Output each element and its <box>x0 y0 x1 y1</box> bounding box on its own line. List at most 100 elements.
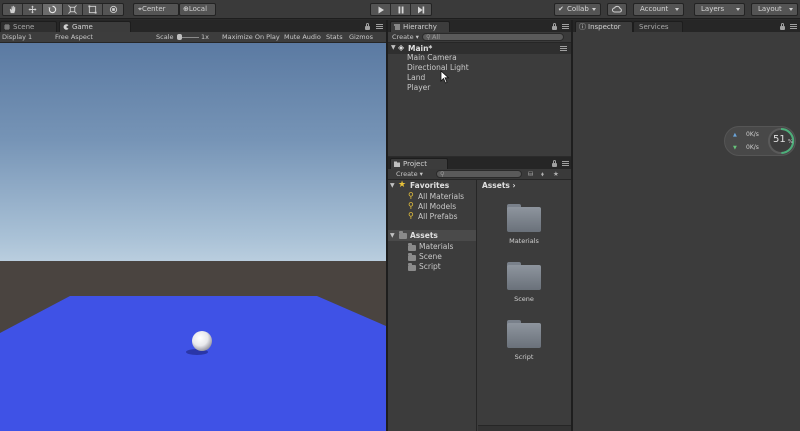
ground-plane <box>0 296 386 431</box>
search-icon: ⚲ <box>408 191 414 200</box>
check-icon: ✔ <box>558 5 564 13</box>
rect-transform-icon <box>88 5 97 14</box>
play-icon <box>378 6 384 13</box>
lock-icon[interactable] <box>552 160 557 167</box>
rect-tool-button[interactable] <box>83 4 103 15</box>
asset-breadcrumb[interactable]: Assets › <box>482 181 516 190</box>
space-label: Local <box>188 5 208 13</box>
move-arrows-icon <box>28 5 37 14</box>
hierarchy-item-land[interactable]: Land <box>407 73 425 82</box>
pause-button[interactable] <box>391 4 411 15</box>
panel-menu-icon[interactable] <box>562 161 569 166</box>
layout-label: Layout <box>758 5 782 13</box>
assets-root-row[interactable]: ▼ Assets <box>388 230 476 241</box>
rotate-icon <box>48 5 57 14</box>
folder-icon <box>408 243 416 251</box>
filter-by-type-icon[interactable]: ⛁ <box>528 169 533 179</box>
project-create-dropdown[interactable]: Create ▾ <box>396 169 423 179</box>
asset-folder-scene[interactable] <box>507 262 541 290</box>
account-dropdown[interactable]: Account <box>633 3 684 16</box>
favorite-all-materials[interactable]: All Materials <box>418 192 464 201</box>
rotate-tool-button[interactable] <box>43 4 63 15</box>
filter-by-label-icon[interactable]: ⬧ <box>541 169 544 179</box>
display-select[interactable]: Display 1 <box>2 32 32 42</box>
project-asset-grid: Assets › Materials Scene Script <box>478 180 571 431</box>
search-icon: ⚲ <box>408 201 414 210</box>
scale-slider-thumb[interactable] <box>177 34 182 40</box>
scene-menu-icon[interactable] <box>560 46 567 51</box>
foldout-arrow-icon[interactable]: ▼ <box>390 182 395 189</box>
tab-services[interactable]: Services <box>633 21 683 32</box>
player-ball <box>192 331 212 351</box>
hierarchy-tabstrip: Hierarchy <box>388 20 571 32</box>
project-search-input[interactable]: ⚲ <box>436 170 522 178</box>
hierarchy-item-main-camera[interactable]: Main Camera <box>407 53 457 62</box>
gizmos-dropdown[interactable]: Gizmos <box>349 32 373 42</box>
favorite-star-icon[interactable]: ★ <box>553 169 559 179</box>
asset-folder-script[interactable] <box>507 320 541 348</box>
scale-icon <box>68 5 77 14</box>
aspect-select[interactable]: Free Aspect <box>55 32 93 42</box>
tab-project[interactable]: Project <box>390 158 448 169</box>
favorites-header[interactable]: Favorites <box>410 181 449 190</box>
lock-icon[interactable] <box>365 23 370 30</box>
play-button[interactable] <box>371 4 391 15</box>
hand-tool-button[interactable] <box>3 4 23 15</box>
layers-dropdown[interactable]: Layers <box>694 3 745 16</box>
collab-dropdown[interactable]: ✔ Collab <box>554 3 601 16</box>
tree-folder-materials[interactable]: Materials <box>419 242 453 251</box>
cloud-button[interactable] <box>607 3 627 16</box>
search-icon: ⚲ <box>426 33 431 41</box>
stats-toggle[interactable]: Stats <box>326 32 343 42</box>
transform-tools <box>2 3 124 16</box>
hierarchy-item-directional-light[interactable]: Directional Light <box>407 63 469 72</box>
maximize-on-play-toggle[interactable]: Maximize On Play <box>222 32 280 42</box>
project-folder-tree: ▼ ★ Favorites ⚲ All Materials ⚲ All Mode… <box>388 180 477 431</box>
tree-folder-script[interactable]: Script <box>419 262 441 271</box>
tree-folder-scene[interactable]: Scene <box>419 252 442 261</box>
tab-game[interactable]: Game <box>59 21 131 32</box>
hierarchy-create-dropdown[interactable]: Create ▾ <box>392 32 419 42</box>
network-speed-widget: ▲ 0K/s ▼ 0K/s 51 % <box>724 126 796 156</box>
move-tool-button[interactable] <box>23 4 43 15</box>
panel-menu-icon[interactable] <box>376 24 383 29</box>
scale-tool-button[interactable] <box>63 4 83 15</box>
project-folder-icon <box>394 161 400 167</box>
space-toggle[interactable]: ⊕Local <box>179 3 216 16</box>
panel-menu-icon[interactable] <box>562 24 569 29</box>
chevron-down-icon <box>592 8 596 11</box>
foldout-arrow-icon[interactable]: ▼ <box>390 232 395 239</box>
lock-icon[interactable] <box>552 23 557 30</box>
favorite-all-prefabs[interactable]: All Prefabs <box>418 212 458 221</box>
tab-hierarchy[interactable]: Hierarchy <box>390 21 450 32</box>
panel-menu-icon[interactable] <box>790 24 797 29</box>
info-icon: ⓘ <box>579 23 586 31</box>
folder-icon <box>408 253 416 261</box>
folder-icon <box>408 263 416 271</box>
chevron-down-icon <box>789 8 793 11</box>
favorite-all-models[interactable]: All Models <box>418 202 456 211</box>
transform-tool-button[interactable] <box>103 4 123 15</box>
hierarchy-item-player[interactable]: Player <box>407 83 430 92</box>
step-button[interactable] <box>411 4 431 15</box>
foldout-arrow-icon[interactable]: ▼ <box>391 44 396 51</box>
asset-folder-script-label: Script <box>514 353 534 361</box>
tab-scene[interactable]: Scene <box>0 21 57 32</box>
game-scene-render <box>0 43 386 431</box>
tab-inspector[interactable]: ⓘ Inspector <box>575 21 633 32</box>
step-icon <box>418 6 425 13</box>
usage-percent: 51 <box>773 134 786 145</box>
lock-icon[interactable] <box>780 23 785 30</box>
pivot-toggle[interactable]: ⌖Center <box>133 3 179 16</box>
hierarchy-search-input[interactable]: ⚲ All <box>422 33 564 41</box>
game-view-toolbar: Display 1 Free Aspect Scale 1x Maximize … <box>0 32 386 43</box>
game-render-viewport[interactable] <box>0 43 386 431</box>
mouse-cursor-icon <box>440 70 450 84</box>
layout-dropdown[interactable]: Layout <box>751 3 798 16</box>
asset-folder-materials[interactable] <box>507 204 541 232</box>
download-arrow-icon: ▼ <box>733 145 737 151</box>
mute-audio-toggle[interactable]: Mute Audio <box>284 32 321 42</box>
hand-icon <box>9 5 16 14</box>
download-speed: 0K/s <box>746 144 759 151</box>
unity-scene-icon: ◈ <box>398 43 405 52</box>
